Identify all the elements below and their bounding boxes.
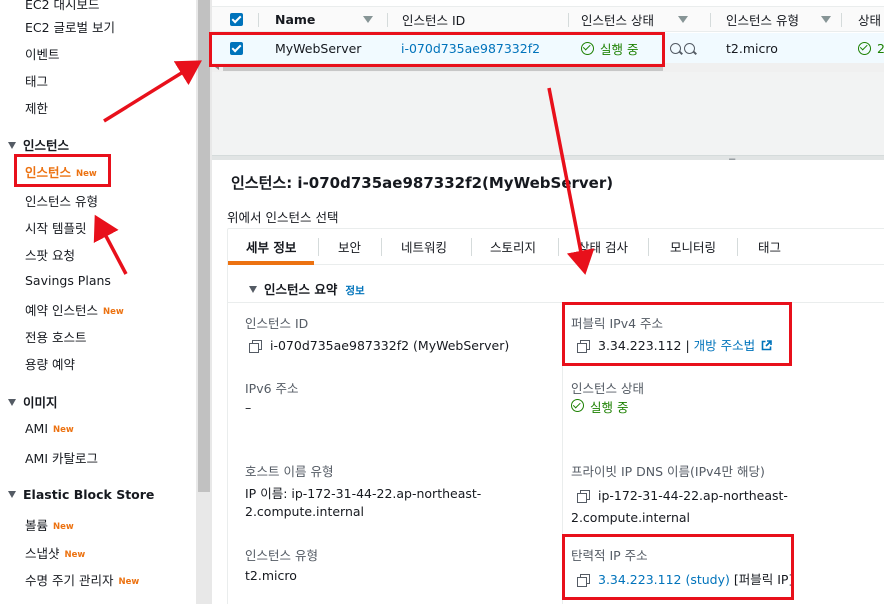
instance-state-value: 실행 중 — [571, 397, 628, 419]
annotation-box-selected-row — [209, 32, 665, 67]
ec2-console-screenshot: EC2 대시보드 EC2 글로벌 보기 이벤트 태그 제한 인스턴스 인스턴스 N… — [0, 0, 884, 604]
sidebar-scrollbar-thumb[interactable] — [198, 0, 210, 492]
tab-divider — [318, 238, 319, 256]
tab-divider — [648, 238, 649, 256]
detail-subtitle: 위에서 인스턴스 선택 — [227, 210, 339, 225]
caret-down-icon — [8, 399, 16, 406]
zoom-out-icon[interactable] — [684, 42, 695, 54]
info-link[interactable]: 정보 — [345, 285, 364, 297]
instance-id-label: 인스턴스 ID — [245, 316, 309, 331]
tab-divider — [471, 238, 472, 256]
sidebar-item-spot-requests[interactable]: 스팟 요청 — [25, 245, 75, 264]
column-divider — [710, 13, 711, 27]
check-circle-icon — [571, 399, 584, 412]
instance-summary-header[interactable]: 인스턴스 요약 정보 — [249, 279, 365, 298]
new-badge: New — [102, 307, 124, 317]
annotation-box-public-ip — [562, 302, 792, 366]
select-all-checkbox[interactable] — [230, 7, 243, 31]
zoom-controls — [668, 33, 695, 63]
empty-table-area — [212, 72, 884, 156]
sidebar-item-snapshots[interactable]: 스냅샷 New — [25, 543, 85, 562]
instance-type-label: 인스턴스 유형 — [245, 548, 318, 563]
hostname-type-label: 호스트 이름 유형 — [245, 464, 334, 479]
sidebar-section-instances[interactable]: 인스턴스 — [8, 135, 69, 154]
sidebar-item-events[interactable]: 이벤트 — [25, 44, 60, 63]
private-dns-value-line1: ip-172-31-44-22.ap-northeast- — [577, 485, 788, 507]
tab-networking[interactable]: 네트워킹 — [401, 237, 447, 256]
sort-icon[interactable] — [820, 15, 831, 23]
sidebar-item-capacity-reservations[interactable]: 용량 예약 — [25, 354, 75, 373]
tab-status-checks[interactable]: 상태 검사 — [578, 237, 628, 256]
new-badge: New — [64, 550, 86, 560]
tab-divider — [381, 238, 382, 256]
annotation-box-sidebar-instances — [14, 154, 111, 187]
column-header-status[interactable]: 상태 — [858, 7, 881, 31]
check-circle-icon — [858, 41, 871, 55]
copy-icon[interactable] — [577, 490, 590, 503]
sidebar-item-volumes[interactable]: 볼륨 New — [25, 515, 74, 534]
sidebar-item-instance-types[interactable]: 인스턴스 유형 — [25, 191, 98, 210]
sidebar-item-launch-templates[interactable]: 시작 템플릿 — [25, 218, 86, 237]
tab-monitoring[interactable]: 모니터링 — [670, 237, 716, 256]
active-tab-indicator — [228, 261, 314, 265]
tab-security[interactable]: 보안 — [338, 237, 361, 256]
tab-details[interactable]: 세부 정보 — [246, 237, 296, 256]
private-dns-value-line2: 2.compute.internal — [571, 510, 691, 525]
annotation-box-elastic-ip — [562, 534, 794, 600]
sidebar-item-tags[interactable]: 태그 — [25, 71, 48, 90]
zoom-in-icon[interactable] — [670, 42, 681, 54]
sidebar-section-images[interactable]: 이미지 — [8, 392, 58, 411]
column-divider — [387, 13, 388, 27]
sidebar-item-ec2-dashboard[interactable]: EC2 대시보드 — [25, 0, 100, 13]
column-header-instance-type[interactable]: 인스턴스 유형 — [726, 7, 831, 31]
ipv6-label: IPv6 주소 — [245, 381, 299, 396]
instance-id-value: i-070d735ae987332f2 (MyWebServer) — [249, 335, 509, 357]
copy-icon[interactable] — [249, 340, 262, 353]
instance-state-label: 인스턴스 상태 — [571, 381, 644, 396]
cell-status-check: 2 — [858, 33, 884, 63]
sidebar-item-limits[interactable]: 제한 — [25, 98, 48, 117]
checkbox-checked-icon — [230, 12, 243, 26]
tab-divider — [737, 238, 738, 256]
cell-instance-type: t2.micro — [726, 40, 778, 56]
column-divider — [258, 13, 259, 27]
column-header-name[interactable]: Name — [275, 7, 374, 31]
sidebar-item-lifecycle-manager[interactable]: 수명 주기 관리자 New — [25, 570, 139, 589]
sidebar-nav: EC2 대시보드 EC2 글로벌 보기 이벤트 태그 제한 인스턴스 인스턴스 N… — [0, 0, 196, 604]
column-header-instance-state[interactable]: 인스턴스 상태 — [581, 7, 688, 31]
sidebar-item-ami-catalog[interactable]: AMI 카탈로그 — [25, 448, 98, 467]
detail-title: 인스턴스: i-070d735ae987332f2(MyWebServer) — [231, 174, 614, 192]
sidebar-item-reserved-instances[interactable]: 예약 인스턴스 New — [25, 300, 124, 319]
tab-tags[interactable]: 태그 — [758, 237, 781, 256]
new-badge: New — [118, 577, 140, 587]
sidebar-section-ebs[interactable]: Elastic Block Store — [8, 487, 154, 502]
sidebar-item-ec2-global-view[interactable]: EC2 글로벌 보기 — [25, 17, 115, 36]
detail-tabbar: 세부 정보 보안 네트워킹 스토리지 상태 검사 모니터링 태그 — [228, 229, 884, 265]
sort-icon[interactable] — [363, 15, 374, 23]
caret-down-icon — [8, 491, 16, 498]
tab-divider — [558, 238, 559, 256]
sidebar-item-dedicated-hosts[interactable]: 전용 호스트 — [25, 327, 86, 346]
private-dns-label: 프라이빗 IP DNS 이름(IPv4만 해당) — [571, 464, 765, 479]
column-header-instance-id[interactable]: 인스턴스 ID — [402, 7, 465, 31]
new-badge: New — [53, 522, 74, 532]
column-divider — [841, 13, 842, 27]
caret-down-icon — [8, 142, 16, 149]
sort-icon[interactable] — [677, 15, 688, 23]
new-badge: New — [53, 425, 74, 435]
hostname-type-value-line2: 2.compute.internal — [245, 504, 365, 519]
ipv6-value: – — [245, 400, 252, 415]
column-divider — [568, 13, 569, 27]
sidebar-item-ami[interactable]: AMI New — [25, 421, 74, 436]
caret-down-icon — [249, 286, 257, 293]
sidebar-item-savings-plans[interactable]: Savings Plans — [25, 273, 111, 288]
table-header-row: Name 인스턴스 ID 인스턴스 상태 인스턴스 유형 상태 — [212, 6, 884, 32]
tab-storage[interactable]: 스토리지 — [490, 237, 536, 256]
instance-type-value: t2.micro — [245, 568, 297, 583]
